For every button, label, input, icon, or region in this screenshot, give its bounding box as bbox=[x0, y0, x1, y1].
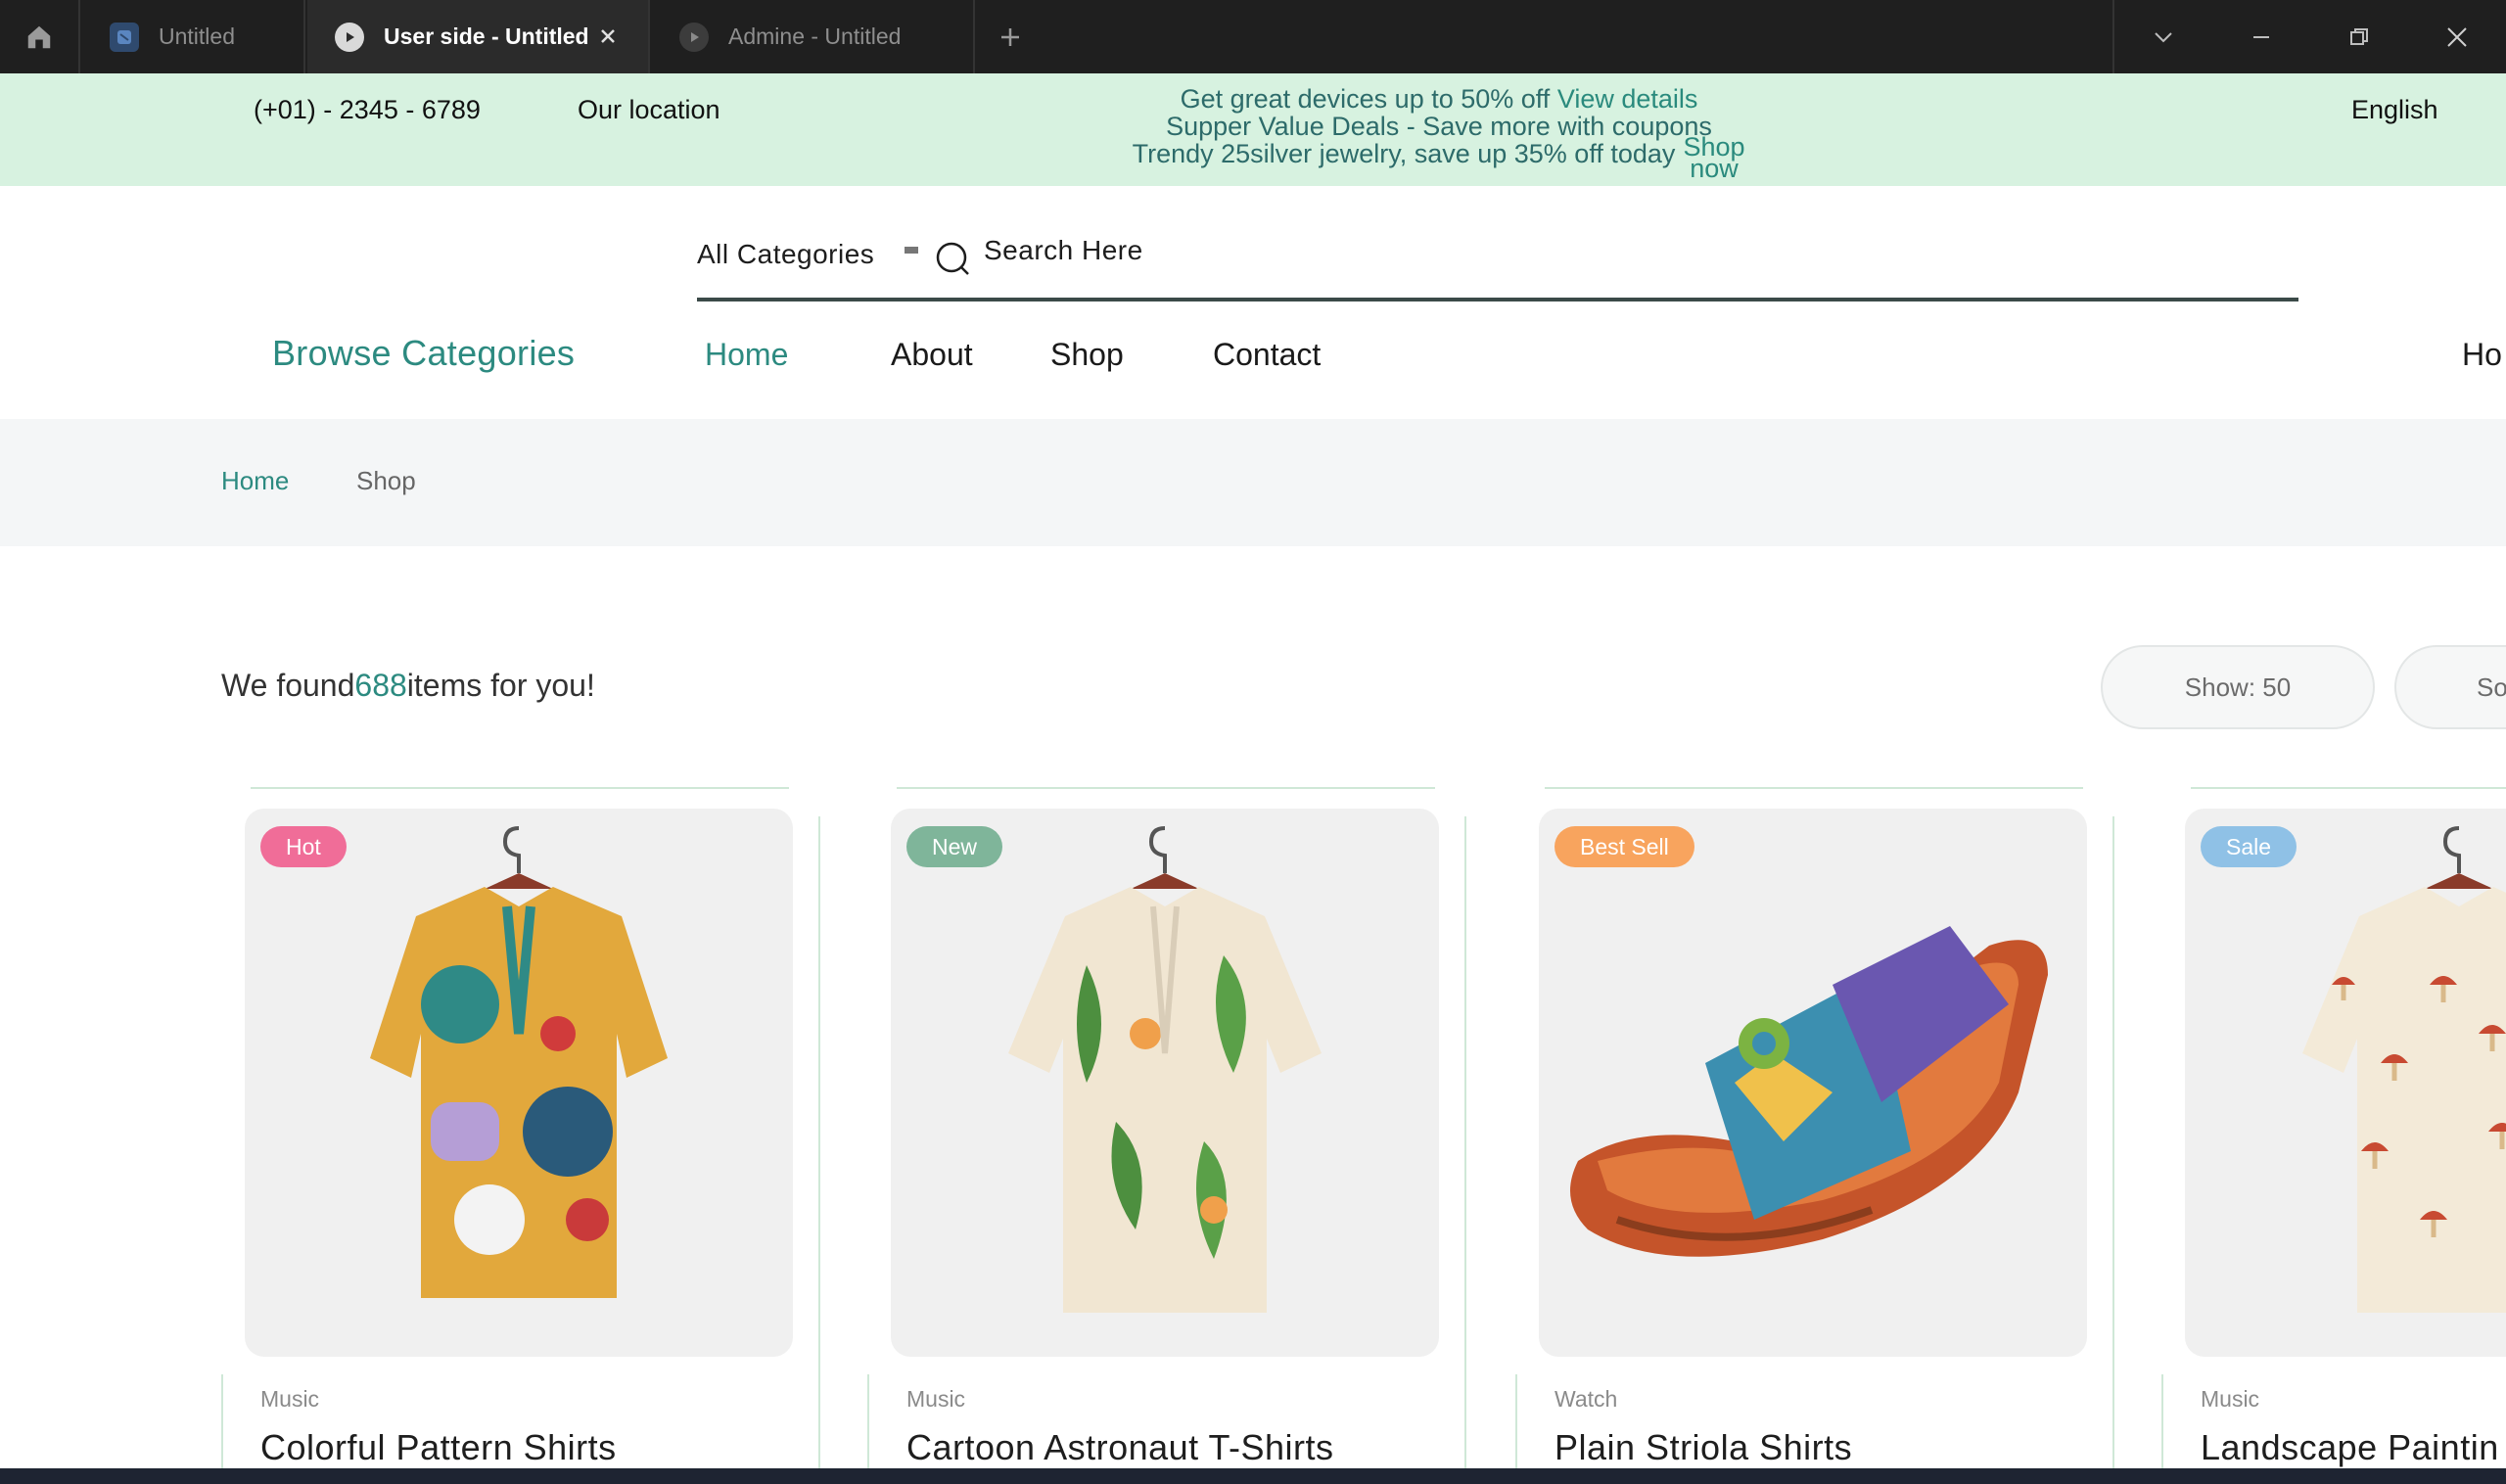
tab-label: Admine - Untitled bbox=[728, 23, 902, 49]
play-icon bbox=[679, 22, 709, 52]
home-button[interactable] bbox=[0, 0, 80, 73]
tab-untitled[interactable]: Untitled bbox=[82, 0, 305, 73]
product-badge: New bbox=[906, 826, 1003, 867]
search-icon bbox=[936, 242, 969, 275]
product-badge: Best Sell bbox=[1555, 826, 1694, 867]
nav-extra[interactable]: Ho bbox=[2462, 337, 2502, 373]
sort-select[interactable]: So bbox=[2394, 645, 2506, 729]
breadcrumb-home[interactable]: Home bbox=[221, 466, 289, 496]
new-tab-button[interactable] bbox=[991, 18, 1030, 57]
category-toggle-icon[interactable] bbox=[905, 247, 918, 254]
results-suffix: items for you! bbox=[406, 668, 595, 703]
nav-home[interactable]: Home bbox=[705, 337, 788, 373]
breadcrumb-current: Shop bbox=[356, 466, 416, 495]
category-select[interactable]: All Categories bbox=[697, 239, 874, 270]
divider bbox=[897, 787, 1435, 789]
sort-label: So bbox=[2477, 672, 2506, 702]
divider bbox=[2191, 787, 2506, 789]
promo-bar: (+01) - 2345 - 6789 Our location Get gre… bbox=[0, 73, 2506, 186]
product-image[interactable]: New bbox=[891, 809, 1439, 1357]
our-location-link[interactable]: Our location bbox=[578, 95, 720, 125]
product-category[interactable]: Music bbox=[906, 1386, 965, 1413]
tab-label: User side - Untitled bbox=[384, 23, 589, 49]
product-image[interactable]: Sale bbox=[2185, 809, 2506, 1357]
divider bbox=[1464, 816, 1466, 1484]
shirt-image bbox=[2302, 826, 2506, 1313]
shop-now-link[interactable]: Shop now bbox=[1680, 134, 1748, 182]
minimize-icon bbox=[2253, 35, 2269, 38]
divider bbox=[818, 816, 820, 1484]
divider bbox=[1545, 787, 2083, 789]
product-card[interactable]: Hot Music Colorful Pattern Shirts bbox=[221, 787, 820, 1484]
product-card[interactable]: Best Sell Watch Plain Striola Shirts bbox=[1515, 787, 2114, 1484]
close-icon[interactable] bbox=[595, 23, 621, 49]
results-count-text: We found688items for you! bbox=[221, 668, 595, 704]
tab-list-button[interactable] bbox=[2114, 0, 2212, 73]
phone-number[interactable]: (+01) - 2345 - 6789 bbox=[254, 95, 481, 125]
app-icon bbox=[110, 22, 139, 52]
restore-button[interactable] bbox=[2310, 0, 2408, 73]
home-icon bbox=[27, 25, 51, 48]
product-name[interactable]: Plain Striola Shirts bbox=[1555, 1427, 1852, 1468]
view-details-link[interactable]: View details bbox=[1557, 84, 1698, 114]
product-name[interactable]: Cartoon Astronaut T-Shirts bbox=[906, 1427, 1334, 1468]
play-icon bbox=[335, 22, 364, 52]
divider bbox=[2112, 816, 2114, 1484]
show-label: Show: bbox=[2184, 672, 2256, 702]
tab-user-side[interactable]: User side - Untitled bbox=[307, 0, 650, 73]
product-category[interactable]: Watch bbox=[1555, 1386, 1617, 1413]
results-count: 688 bbox=[354, 668, 407, 703]
shirt-image bbox=[370, 826, 668, 1298]
close-icon bbox=[2447, 26, 2467, 47]
product-name[interactable]: Landscape Paintin bbox=[2201, 1427, 2499, 1468]
restore-icon bbox=[2350, 27, 2368, 45]
taskbar bbox=[0, 1468, 2506, 1484]
browse-categories-button[interactable]: Browse Categories bbox=[272, 333, 575, 374]
tab-label: Untitled bbox=[159, 23, 235, 49]
product-card[interactable]: Sale Music Landscape Paintin bbox=[2161, 787, 2506, 1484]
shirt-image bbox=[1008, 826, 1322, 1313]
minimize-button[interactable] bbox=[2212, 0, 2310, 73]
close-window-button[interactable] bbox=[2408, 0, 2506, 73]
nav-contact[interactable]: Contact bbox=[1213, 337, 1321, 373]
plus-icon bbox=[1001, 28, 1019, 46]
sandal-image bbox=[1570, 926, 2048, 1257]
search-input[interactable] bbox=[984, 235, 1669, 266]
divider bbox=[251, 787, 789, 789]
window-tab-bar: Untitled User side - Untitled Admine - U… bbox=[0, 0, 2506, 73]
search-underline bbox=[697, 298, 2298, 301]
nav-about[interactable]: About bbox=[891, 337, 973, 373]
nav-shop[interactable]: Shop bbox=[1050, 337, 1124, 373]
product-name[interactable]: Colorful Pattern Shirts bbox=[260, 1427, 617, 1468]
chevron-down-icon bbox=[2155, 31, 2172, 42]
product-category[interactable]: Music bbox=[260, 1386, 319, 1413]
product-image[interactable]: Hot bbox=[245, 809, 793, 1357]
tab-admine[interactable]: Admine - Untitled bbox=[652, 0, 975, 73]
results-prefix: We found bbox=[221, 668, 355, 703]
product-image[interactable]: Best Sell bbox=[1539, 809, 2087, 1357]
product-category[interactable]: Music bbox=[2201, 1386, 2259, 1413]
language-select[interactable]: English bbox=[2351, 95, 2438, 125]
product-badge: Hot bbox=[260, 826, 347, 867]
product-badge: Sale bbox=[2201, 826, 2297, 867]
product-card[interactable]: New Music Cartoon Astronaut T-Shirts bbox=[867, 787, 1466, 1484]
show-value: 50 bbox=[2262, 672, 2292, 702]
promo-line-1: Get great devices up to 50% off View det… bbox=[1038, 85, 1840, 113]
show-count-select[interactable]: Show: 50 bbox=[2101, 645, 2375, 729]
promo-text: Get great devices up to 50% off bbox=[1180, 84, 1551, 114]
